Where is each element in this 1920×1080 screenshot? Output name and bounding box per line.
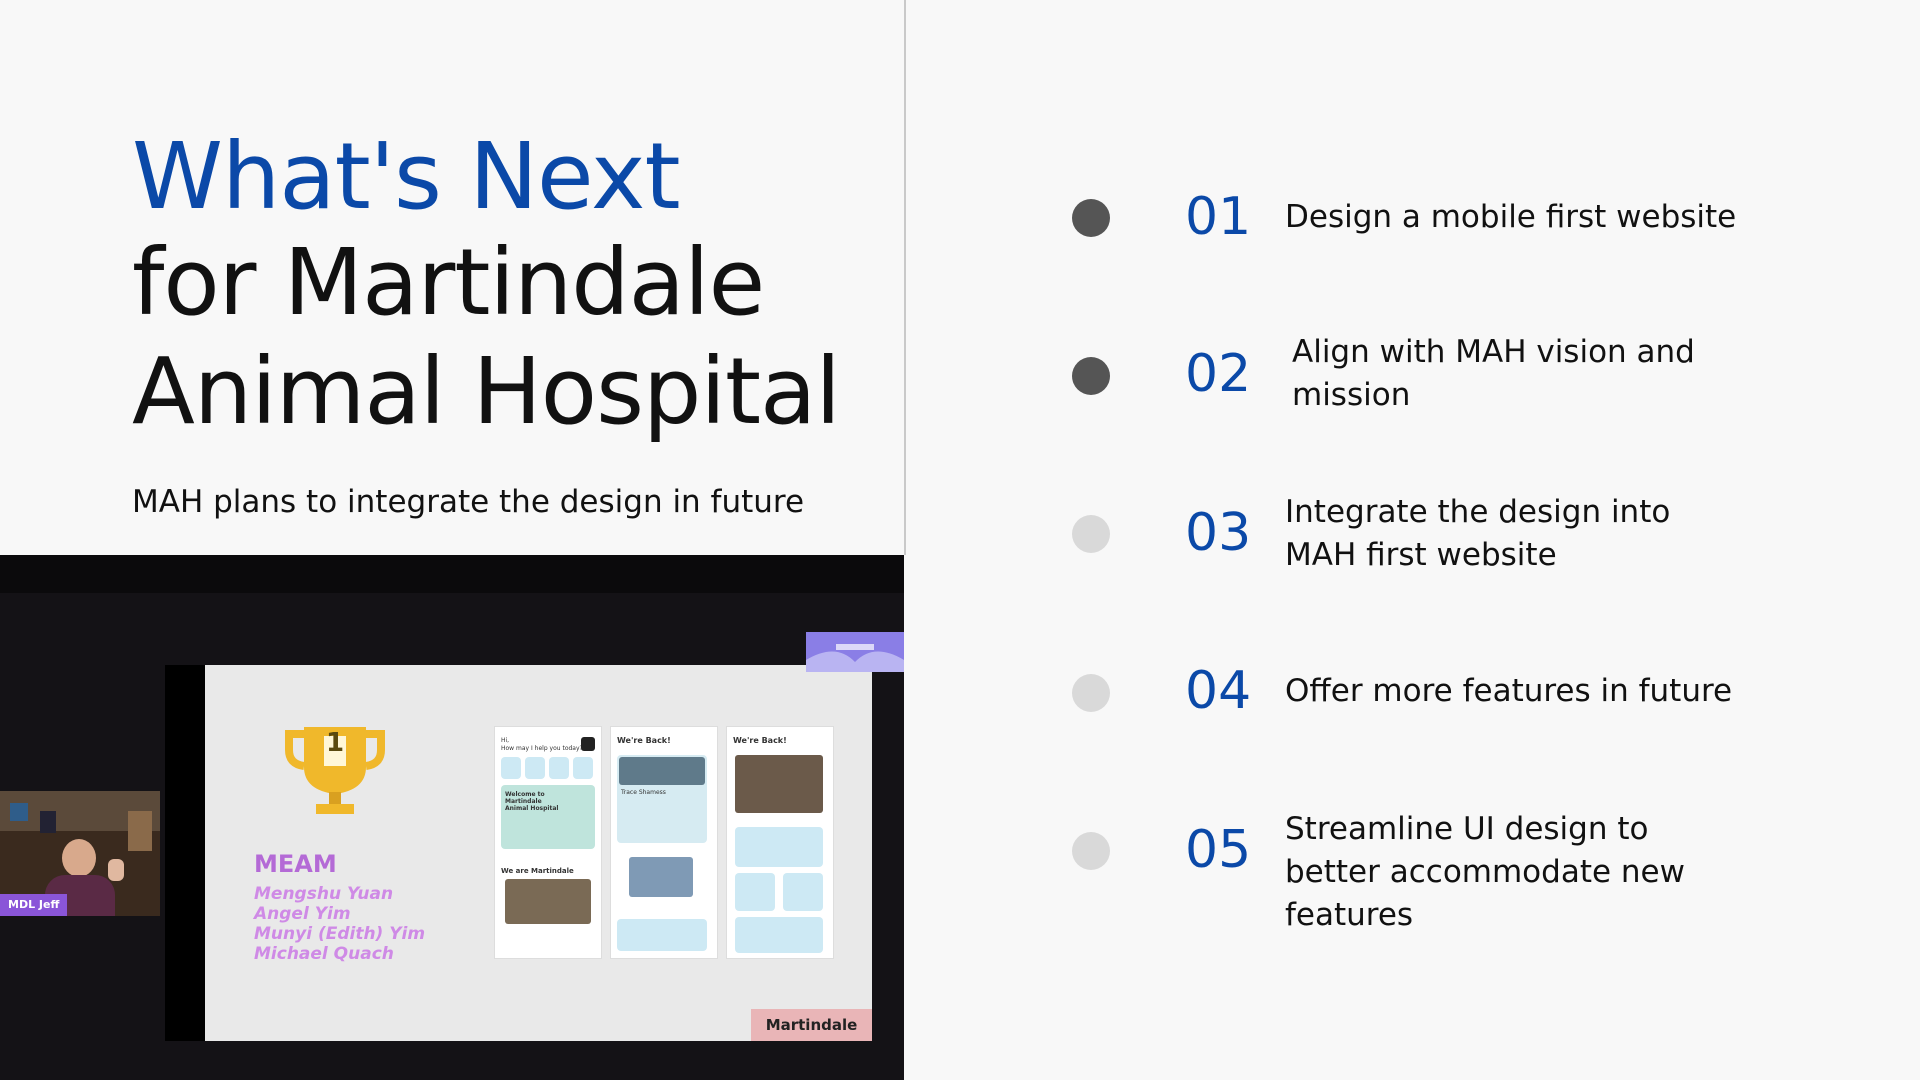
phone-title: We're Back!: [617, 736, 671, 745]
quick-action-icon: [549, 757, 569, 779]
welcome-text: Welcome to Martindale Animal Hospital: [505, 791, 559, 812]
team-name: MEAM: [254, 850, 337, 878]
quick-action-icon: [573, 757, 593, 779]
team-member: Michael Quach: [254, 944, 394, 964]
person-head: [62, 839, 96, 877]
item-number: 01: [1185, 187, 1252, 247]
video-top-bar: [0, 555, 904, 593]
slide-subtitle: MAH plans to integrate the design in fut…: [132, 484, 805, 520]
dog-icon: [581, 737, 595, 751]
phone-mockup: Hi, How may I help you today? Welcome to…: [494, 726, 602, 959]
trophy-number: 1: [325, 728, 345, 758]
phone-mockup: We're Back!: [726, 726, 834, 959]
team-member: Mengshu Yuan: [254, 884, 394, 904]
phone-greeting: Hi,: [501, 737, 510, 744]
team-member: Munyi (Edith) Yim: [254, 924, 426, 944]
item-text: Design a mobile first website: [1285, 199, 1737, 235]
quick-action-icon: [525, 757, 545, 779]
phone-question: How may I help you today?: [501, 745, 583, 752]
quick-action-icon: [501, 757, 521, 779]
info-card: [735, 917, 823, 953]
team-photo: [505, 879, 591, 924]
wings-icon: [806, 632, 904, 672]
reviewer-name: Trace Shamess: [621, 789, 666, 796]
brand-tag: Martindale: [751, 1009, 872, 1041]
info-card: [783, 873, 823, 911]
slide-title-highlight: What's Next: [132, 123, 681, 230]
phone-mockup: We're Back! Trace Shamess: [610, 726, 718, 959]
clinic-photo: [735, 755, 823, 813]
bullet-dot: [1072, 832, 1110, 870]
hand-icon: [108, 859, 124, 881]
bullet-dot: [1072, 515, 1110, 553]
item-text: Align with MAH vision and mission: [1292, 334, 1695, 413]
clinic-photo: [619, 757, 705, 785]
item-number: 03: [1185, 503, 1252, 563]
vertical-divider: [904, 0, 906, 555]
item-number: 05: [1185, 820, 1252, 880]
slide-title-line3: Animal Hospital: [132, 338, 841, 445]
team-member: Angel Yim: [254, 904, 351, 924]
section-heading: We are Martindale: [501, 867, 574, 875]
info-card: [735, 873, 775, 911]
info-card: [735, 827, 823, 867]
participant-label: MDL Jeff: [0, 894, 68, 916]
item-number: 02: [1185, 344, 1252, 404]
item-number: 04: [1185, 661, 1252, 721]
corner-badge: [806, 632, 904, 672]
tip-card: [617, 919, 707, 951]
phone-title: We're Back!: [733, 736, 787, 745]
pet-photo: [629, 857, 693, 897]
bullet-dot: [1072, 357, 1110, 395]
item-text: Offer more features in future: [1285, 673, 1733, 709]
slide-title-line2: for Martindale: [132, 229, 765, 336]
bullet-dot: [1072, 674, 1110, 712]
bullet-dot: [1072, 199, 1110, 237]
item-text: Streamline UI design to better accommoda…: [1285, 811, 1685, 933]
welcome-card: Welcome to Martindale Animal Hospital: [501, 785, 595, 849]
item-text: Integrate the design into MAH first webs…: [1285, 494, 1671, 573]
review-card: Trace Shamess: [617, 755, 707, 843]
